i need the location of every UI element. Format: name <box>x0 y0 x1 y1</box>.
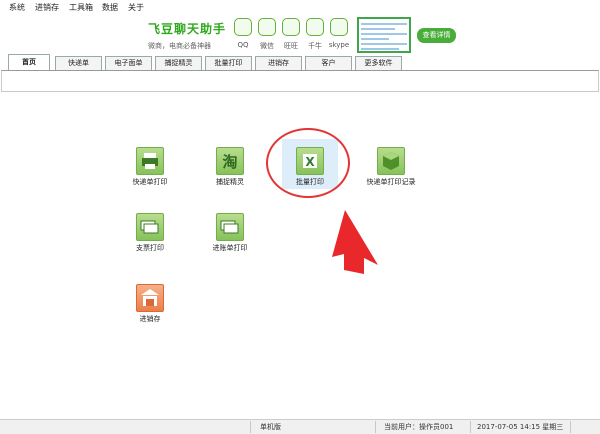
tab-capture[interactable]: 捕捉精灵 <box>155 56 202 70</box>
tile-label: 快递单打印记录 <box>366 178 416 186</box>
tab-customer[interactable]: 客户 <box>305 56 352 70</box>
svg-text:淘: 淘 <box>221 153 237 171</box>
tile-express-print[interactable]: 快递单打印 <box>114 143 186 203</box>
skype-label: skype <box>328 41 350 49</box>
tab-e-waybill[interactable]: 电子面单 <box>105 56 152 70</box>
tile-express-print-log[interactable]: 快递单打印记录 <box>355 143 427 203</box>
tab-express[interactable]: 快递单 <box>55 56 102 70</box>
tile-label: 快递单打印 <box>132 178 168 186</box>
skype-icon <box>330 18 348 36</box>
deposit-stack-icon <box>216 213 244 241</box>
view-details-button[interactable]: 查看详情 <box>417 28 456 43</box>
tile-capture-sprite[interactable]: 淘 捕捉精灵 <box>194 143 266 203</box>
banner-subtitle: 微商，电商必备神器 <box>148 42 211 50</box>
tile-deposit-print[interactable]: 进账单打印 <box>194 209 266 269</box>
wangwang-icon <box>282 18 300 36</box>
menu-about[interactable]: 关于 <box>128 2 144 13</box>
taobao-icon: 淘 <box>216 147 244 175</box>
qianniu-icon <box>306 18 324 36</box>
tab-more-software[interactable]: 更多软件 <box>355 56 402 70</box>
menu-data[interactable]: 数据 <box>102 2 118 13</box>
toolbar-area <box>1 70 599 92</box>
current-user-label: 当前用户：操作员001 <box>384 423 454 431</box>
tile-inventory[interactable]: 进销存 <box>114 280 186 340</box>
tab-home[interactable]: 首页 <box>8 54 50 70</box>
tile-label: 支票打印 <box>136 244 164 252</box>
promo-screenshot <box>357 17 411 53</box>
menu-bar: 系统 进销存 工具箱 数据 关于 <box>0 0 600 14</box>
tab-bar: 首页 快递单 电子面单 捕捉精灵 批量打印 进销存 客户 更多软件 <box>0 54 600 70</box>
printer-icon <box>136 147 164 175</box>
warehouse-icon <box>136 284 164 312</box>
menu-inventory[interactable]: 进销存 <box>35 2 59 13</box>
tile-label: 捕捉精灵 <box>216 178 244 186</box>
tile-check-print[interactable]: 支票打印 <box>114 209 186 269</box>
wechat-icon <box>258 18 276 36</box>
tab-inventory[interactable]: 进销存 <box>255 56 302 70</box>
menu-system[interactable]: 系统 <box>9 2 25 13</box>
tile-label: 进销存 <box>139 315 161 323</box>
edition-label: 单机版 <box>260 423 281 431</box>
box-icon <box>377 147 405 175</box>
tab-batch-print[interactable]: 批量打印 <box>205 56 252 70</box>
tile-label: 进账单打印 <box>212 244 248 252</box>
highlight-circle <box>266 128 350 198</box>
menu-toolbox[interactable]: 工具箱 <box>69 2 93 13</box>
banner-title: 飞豆聊天助手 <box>148 22 227 36</box>
datetime-label: 2017-07-05 14:15 星期三 <box>477 423 564 431</box>
qq-icon <box>234 18 252 36</box>
check-stack-icon <box>136 213 164 241</box>
status-bar: 单机版 当前用户：操作员001 2017-07-05 14:15 星期三 <box>0 419 600 434</box>
banner: 飞豆聊天助手 微商，电商必备神器 QQ 微信 旺旺 千牛 skype 查看详情 <box>0 14 600 54</box>
